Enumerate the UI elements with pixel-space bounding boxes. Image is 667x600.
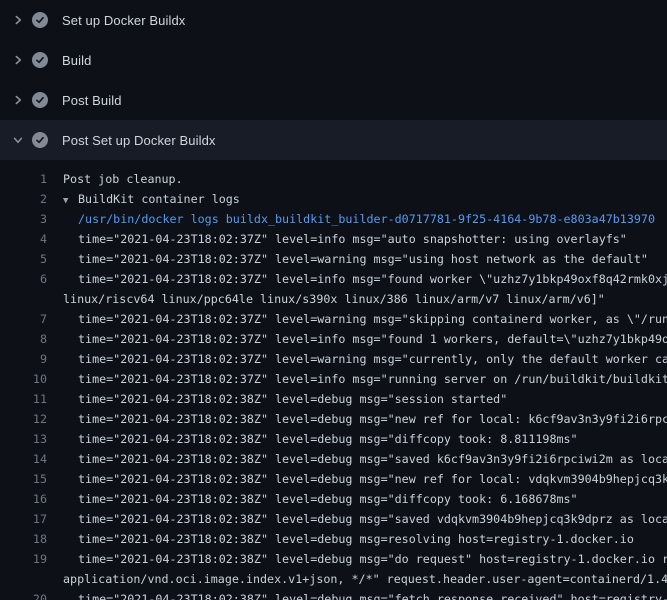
line-number[interactable]: 7 bbox=[0, 309, 47, 329]
log-text: time="2021-04-23T18:02:38Z" level=debug … bbox=[78, 409, 667, 429]
log-line: 9 time="2021-04-23T18:02:37Z" level=warni… bbox=[0, 349, 667, 369]
step-title: Post Build bbox=[62, 93, 122, 108]
log-line: 14 time="2021-04-23T18:02:38Z" level=debu… bbox=[0, 449, 667, 469]
chevron-right-icon[interactable] bbox=[12, 14, 24, 26]
step-title: Build bbox=[62, 53, 91, 68]
line-number[interactable]: 8 bbox=[0, 329, 47, 349]
log-line-wrap-continuation: linux/riscv64 linux/ppc64le linux/s390x … bbox=[0, 289, 667, 309]
log-line: 10 time="2021-04-23T18:02:37Z" level=info… bbox=[0, 369, 667, 389]
log-line: 12 time="2021-04-23T18:02:38Z" level=debu… bbox=[0, 409, 667, 429]
chevron-down-icon[interactable] bbox=[12, 134, 24, 146]
chevron-right-icon[interactable] bbox=[12, 94, 24, 106]
log-line-wrap-continuation: application/vnd.oci.image.index.v1+json,… bbox=[0, 569, 667, 589]
log-line: 17 time="2021-04-23T18:02:38Z" level=debu… bbox=[0, 509, 667, 529]
log-text: linux/riscv64 linux/ppc64le linux/s390x … bbox=[63, 289, 605, 309]
log-line: 4 time="2021-04-23T18:02:37Z" level=info … bbox=[0, 229, 667, 249]
line-number[interactable]: 2 bbox=[0, 189, 47, 209]
log-output: 1 Post job cleanup. 2 ▼BuildKit container … bbox=[0, 160, 667, 600]
step-header-post-build[interactable]: Post Build bbox=[0, 80, 667, 120]
check-circle-icon bbox=[32, 92, 48, 108]
log-line: 1 Post job cleanup. bbox=[0, 169, 667, 189]
line-number[interactable]: 12 bbox=[0, 409, 47, 429]
line-number[interactable]: 20 bbox=[0, 589, 47, 600]
log-text: time="2021-04-23T18:02:37Z" level=info m… bbox=[78, 329, 667, 349]
line-number[interactable]: 14 bbox=[0, 449, 47, 469]
line-number[interactable]: 5 bbox=[0, 249, 47, 269]
log-line: 13 time="2021-04-23T18:02:38Z" level=debu… bbox=[0, 429, 667, 449]
step-header-build[interactable]: Build bbox=[0, 40, 667, 80]
log-line-command: 3/usr/bin/docker logs buildx_buildkit_bu… bbox=[0, 209, 667, 229]
log-text: time="2021-04-23T18:02:38Z" level=debug … bbox=[78, 469, 667, 489]
line-number[interactable]: 9 bbox=[0, 349, 47, 369]
step-title: Set up Docker Buildx bbox=[62, 13, 185, 28]
log-text: time="2021-04-23T18:02:38Z" level=debug … bbox=[78, 449, 667, 469]
line-number[interactable]: 19 bbox=[0, 549, 47, 569]
log-text: application/vnd.oci.image.index.v1+json,… bbox=[63, 569, 667, 589]
log-line: 7 time="2021-04-23T18:02:37Z" level=warni… bbox=[0, 309, 667, 329]
log-line: 18 time="2021-04-23T18:02:38Z" level=debu… bbox=[0, 529, 667, 549]
log-line: 16 time="2021-04-23T18:02:38Z" level=debu… bbox=[0, 489, 667, 509]
line-number[interactable]: 4 bbox=[0, 229, 47, 249]
line-number[interactable]: 13 bbox=[0, 429, 47, 449]
log-line: 11 time="2021-04-23T18:02:38Z" level=debu… bbox=[0, 389, 667, 409]
check-circle-icon bbox=[32, 12, 48, 28]
log-text: time="2021-04-23T18:02:38Z" level=debug … bbox=[78, 389, 507, 409]
step-header-post-set-up-docker-buildx[interactable]: Post Set up Docker Buildx bbox=[0, 120, 667, 160]
group-expanded-triangle-icon[interactable]: ▼ bbox=[63, 191, 78, 209]
log-text: time="2021-04-23T18:02:38Z" level=debug … bbox=[78, 509, 667, 529]
line-number[interactable]: 16 bbox=[0, 489, 47, 509]
step-list: Set up Docker Buildx Build Post Build bbox=[0, 0, 667, 160]
log-command-text: /usr/bin/docker logs buildx_buildkit_bui… bbox=[78, 209, 655, 229]
check-circle-icon bbox=[32, 132, 48, 148]
workflow-log-viewer: Set up Docker Buildx Build Post Build bbox=[0, 0, 667, 600]
step-title: Post Set up Docker Buildx bbox=[62, 133, 216, 148]
log-line-group[interactable]: 2 ▼BuildKit container logs bbox=[0, 189, 667, 209]
line-number bbox=[0, 289, 47, 309]
line-number[interactable]: 11 bbox=[0, 389, 47, 409]
log-line: 8 time="2021-04-23T18:02:37Z" level=info … bbox=[0, 329, 667, 349]
log-text: Post job cleanup. bbox=[63, 169, 183, 189]
log-text: time="2021-04-23T18:02:37Z" level=info m… bbox=[78, 269, 667, 289]
log-text: time="2021-04-23T18:02:38Z" level=debug … bbox=[78, 529, 634, 549]
line-number bbox=[0, 569, 47, 589]
line-number[interactable]: 3 bbox=[0, 209, 47, 229]
chevron-right-icon[interactable] bbox=[12, 54, 24, 66]
log-line: 19 time="2021-04-23T18:02:38Z" level=debu… bbox=[0, 549, 667, 569]
log-line: 5 time="2021-04-23T18:02:37Z" level=warni… bbox=[0, 249, 667, 269]
log-line: 15 time="2021-04-23T18:02:38Z" level=debu… bbox=[0, 469, 667, 489]
line-number[interactable]: 15 bbox=[0, 469, 47, 489]
log-text: time="2021-04-23T18:02:37Z" level=warnin… bbox=[78, 349, 667, 369]
log-text: time="2021-04-23T18:02:38Z" level=debug … bbox=[78, 549, 667, 569]
step-header-set-up-docker-buildx[interactable]: Set up Docker Buildx bbox=[0, 0, 667, 40]
line-number[interactable]: 6 bbox=[0, 269, 47, 289]
log-group-title: BuildKit container logs bbox=[78, 192, 240, 206]
check-circle-icon bbox=[32, 52, 48, 68]
log-text: time="2021-04-23T18:02:37Z" level=warnin… bbox=[78, 309, 667, 329]
log-text: time="2021-04-23T18:02:37Z" level=info m… bbox=[78, 229, 627, 249]
line-number[interactable]: 1 bbox=[0, 169, 47, 189]
line-number[interactable]: 18 bbox=[0, 529, 47, 549]
log-line: 20 time="2021-04-23T18:02:38Z" level=debu… bbox=[0, 589, 667, 600]
log-line: 6 time="2021-04-23T18:02:37Z" level=info … bbox=[0, 269, 667, 289]
line-number[interactable]: 17 bbox=[0, 509, 47, 529]
line-number[interactable]: 10 bbox=[0, 369, 47, 389]
log-text: time="2021-04-23T18:02:37Z" level=warnin… bbox=[78, 249, 648, 269]
log-text: time="2021-04-23T18:02:38Z" level=debug … bbox=[78, 489, 578, 509]
log-text: time="2021-04-23T18:02:37Z" level=info m… bbox=[78, 369, 667, 389]
log-text: time="2021-04-23T18:02:38Z" level=debug … bbox=[78, 429, 578, 449]
log-text: time="2021-04-23T18:02:38Z" level=debug … bbox=[78, 589, 667, 600]
